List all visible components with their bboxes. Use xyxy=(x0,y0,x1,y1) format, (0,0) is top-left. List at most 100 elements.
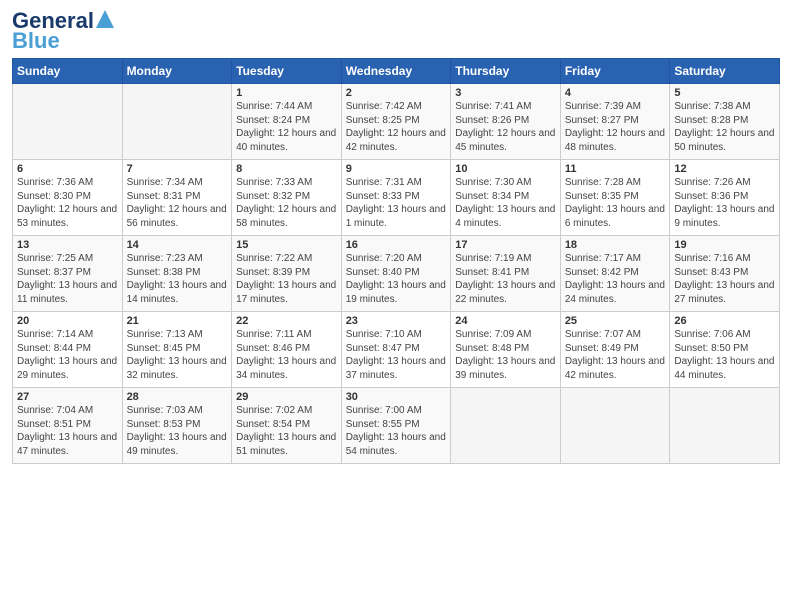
cell-text: Sunrise: 7:23 AMSunset: 8:38 PMDaylight:… xyxy=(127,253,227,305)
day-cell: 22Sunrise: 7:11 AMSunset: 8:46 PMDayligh… xyxy=(232,312,342,388)
cell-text: Sunrise: 7:33 AMSunset: 8:32 PMDaylight:… xyxy=(236,177,336,229)
col-header-friday: Friday xyxy=(560,59,670,84)
day-cell: 8 Sunrise: 7:33 AMSunset: 8:32 PMDaylight… xyxy=(232,160,342,236)
day-cell xyxy=(560,388,670,464)
cell-text: Sunrise: 7:42 AMSunset: 8:25 PMDaylight:… xyxy=(346,101,446,153)
day-cell: 23 Sunrise: 7:10 AMSunset: 8:47 PMDayligh… xyxy=(341,312,451,388)
day-cell: 7Sunrise: 7:34 AMSunset: 8:31 PMDaylight… xyxy=(122,160,232,236)
calendar-table: SundayMondayTuesdayWednesdayThursdayFrid… xyxy=(12,58,780,464)
week-row-2: 6 Sunrise: 7:36 AMSunset: 8:30 PMDaylight… xyxy=(13,160,780,236)
day-cell: 10 Sunrise: 7:30 AMSunset: 8:34 PMDayligh… xyxy=(451,160,561,236)
cell-text: Sunrise: 7:25 AMSunset: 8:37 PMDaylight:… xyxy=(17,253,117,305)
day-number: 30 xyxy=(346,391,447,403)
day-number: 7 xyxy=(127,163,228,175)
header-row: SundayMondayTuesdayWednesdayThursdayFrid… xyxy=(13,59,780,84)
col-header-monday: Monday xyxy=(122,59,232,84)
cell-text: Sunrise: 7:26 AMSunset: 8:36 PMDaylight:… xyxy=(674,177,774,229)
cell-text: Sunrise: 7:10 AMSunset: 8:47 PMDaylight:… xyxy=(346,329,446,381)
day-cell: 12Sunrise: 7:26 AMSunset: 8:36 PMDayligh… xyxy=(670,160,780,236)
cell-text: Sunrise: 7:11 AMSunset: 8:46 PMDaylight:… xyxy=(236,329,336,381)
day-cell xyxy=(451,388,561,464)
day-cell: 4Sunrise: 7:39 AMSunset: 8:27 PMDaylight… xyxy=(560,84,670,160)
day-number: 25 xyxy=(565,315,666,327)
week-row-4: 20 Sunrise: 7:14 AMSunset: 8:44 PMDayligh… xyxy=(13,312,780,388)
day-number: 2 xyxy=(346,87,447,99)
day-number: 4 xyxy=(565,87,666,99)
day-number: 11 xyxy=(565,163,666,175)
cell-text: Sunrise: 7:04 AMSunset: 8:51 PMDaylight:… xyxy=(17,405,117,457)
day-number: 16 xyxy=(346,239,447,251)
cell-text: Sunrise: 7:02 AMSunset: 8:54 PMDaylight:… xyxy=(236,405,336,457)
day-cell: 20 Sunrise: 7:14 AMSunset: 8:44 PMDayligh… xyxy=(13,312,123,388)
col-header-wednesday: Wednesday xyxy=(341,59,451,84)
cell-text: Sunrise: 7:28 AMSunset: 8:35 PMDaylight:… xyxy=(565,177,665,229)
cell-text: Sunrise: 7:00 AMSunset: 8:55 PMDaylight:… xyxy=(346,405,446,457)
cell-text: Sunrise: 7:09 AMSunset: 8:48 PMDaylight:… xyxy=(455,329,555,381)
day-cell: 13 Sunrise: 7:25 AMSunset: 8:37 PMDayligh… xyxy=(13,236,123,312)
day-number: 17 xyxy=(455,239,556,251)
day-number: 14 xyxy=(127,239,228,251)
day-cell: 11 Sunrise: 7:28 AMSunset: 8:35 PMDayligh… xyxy=(560,160,670,236)
day-number: 20 xyxy=(17,315,118,327)
day-number: 15 xyxy=(236,239,337,251)
day-number: 9 xyxy=(346,163,447,175)
cell-text: Sunrise: 7:17 AMSunset: 8:42 PMDaylight:… xyxy=(565,253,665,305)
day-number: 6 xyxy=(17,163,118,175)
cell-text: Sunrise: 7:22 AMSunset: 8:39 PMDaylight:… xyxy=(236,253,336,305)
week-row-3: 13 Sunrise: 7:25 AMSunset: 8:37 PMDayligh… xyxy=(13,236,780,312)
day-cell: 24 Sunrise: 7:09 AMSunset: 8:48 PMDayligh… xyxy=(451,312,561,388)
day-number: 10 xyxy=(455,163,556,175)
col-header-saturday: Saturday xyxy=(670,59,780,84)
day-number: 8 xyxy=(236,163,337,175)
day-number: 21 xyxy=(127,315,228,327)
day-cell: 28Sunrise: 7:03 AMSunset: 8:53 PMDayligh… xyxy=(122,388,232,464)
day-cell: 16 Sunrise: 7:20 AMSunset: 8:40 PMDayligh… xyxy=(341,236,451,312)
logo: General Blue xyxy=(12,10,114,52)
logo-blue: Blue xyxy=(12,30,60,52)
cell-text: Sunrise: 7:30 AMSunset: 8:34 PMDaylight:… xyxy=(455,177,555,229)
day-cell: 3 Sunrise: 7:41 AMSunset: 8:26 PMDaylight… xyxy=(451,84,561,160)
day-number: 29 xyxy=(236,391,337,403)
cell-text: Sunrise: 7:20 AMSunset: 8:40 PMDaylight:… xyxy=(346,253,446,305)
cell-text: Sunrise: 7:06 AMSunset: 8:50 PMDaylight:… xyxy=(674,329,774,381)
day-cell: 6 Sunrise: 7:36 AMSunset: 8:30 PMDaylight… xyxy=(13,160,123,236)
day-cell: 1Sunrise: 7:44 AMSunset: 8:24 PMDaylight… xyxy=(232,84,342,160)
cell-text: Sunrise: 7:07 AMSunset: 8:49 PMDaylight:… xyxy=(565,329,665,381)
page-container: General Blue SundayMondayTuesdayWednesda… xyxy=(0,0,792,472)
day-number: 28 xyxy=(127,391,228,403)
day-cell: 15 Sunrise: 7:22 AMSunset: 8:39 PMDayligh… xyxy=(232,236,342,312)
day-number: 27 xyxy=(17,391,118,403)
logo-icon xyxy=(96,10,114,32)
col-header-tuesday: Tuesday xyxy=(232,59,342,84)
day-cell: 14 Sunrise: 7:23 AMSunset: 8:38 PMDayligh… xyxy=(122,236,232,312)
day-cell: 26Sunrise: 7:06 AMSunset: 8:50 PMDayligh… xyxy=(670,312,780,388)
day-cell: 29 Sunrise: 7:02 AMSunset: 8:54 PMDayligh… xyxy=(232,388,342,464)
day-cell: 19 Sunrise: 7:16 AMSunset: 8:43 PMDayligh… xyxy=(670,236,780,312)
day-number: 18 xyxy=(565,239,666,251)
page-header: General Blue xyxy=(12,10,780,52)
day-number: 24 xyxy=(455,315,556,327)
day-number: 23 xyxy=(346,315,447,327)
cell-text: Sunrise: 7:16 AMSunset: 8:43 PMDaylight:… xyxy=(674,253,774,305)
cell-text: Sunrise: 7:31 AMSunset: 8:33 PMDaylight:… xyxy=(346,177,446,229)
col-header-thursday: Thursday xyxy=(451,59,561,84)
day-cell: 2 Sunrise: 7:42 AMSunset: 8:25 PMDaylight… xyxy=(341,84,451,160)
day-number: 13 xyxy=(17,239,118,251)
cell-text: Sunrise: 7:13 AMSunset: 8:45 PMDaylight:… xyxy=(127,329,227,381)
day-cell: 18 Sunrise: 7:17 AMSunset: 8:42 PMDayligh… xyxy=(560,236,670,312)
cell-text: Sunrise: 7:38 AMSunset: 8:28 PMDaylight:… xyxy=(674,101,774,153)
day-cell xyxy=(13,84,123,160)
day-cell: 17 Sunrise: 7:19 AMSunset: 8:41 PMDayligh… xyxy=(451,236,561,312)
day-cell: 9 Sunrise: 7:31 AMSunset: 8:33 PMDaylight… xyxy=(341,160,451,236)
cell-text: Sunrise: 7:14 AMSunset: 8:44 PMDaylight:… xyxy=(17,329,117,381)
col-header-sunday: Sunday xyxy=(13,59,123,84)
cell-text: Sunrise: 7:44 AMSunset: 8:24 PMDaylight:… xyxy=(236,101,336,153)
day-cell: 25 Sunrise: 7:07 AMSunset: 8:49 PMDayligh… xyxy=(560,312,670,388)
cell-text: Sunrise: 7:36 AMSunset: 8:30 PMDaylight:… xyxy=(17,177,117,229)
day-number: 3 xyxy=(455,87,556,99)
cell-text: Sunrise: 7:19 AMSunset: 8:41 PMDaylight:… xyxy=(455,253,555,305)
day-number: 19 xyxy=(674,239,775,251)
day-cell: 21 Sunrise: 7:13 AMSunset: 8:45 PMDayligh… xyxy=(122,312,232,388)
cell-text: Sunrise: 7:41 AMSunset: 8:26 PMDaylight:… xyxy=(455,101,555,153)
day-number: 5 xyxy=(674,87,775,99)
